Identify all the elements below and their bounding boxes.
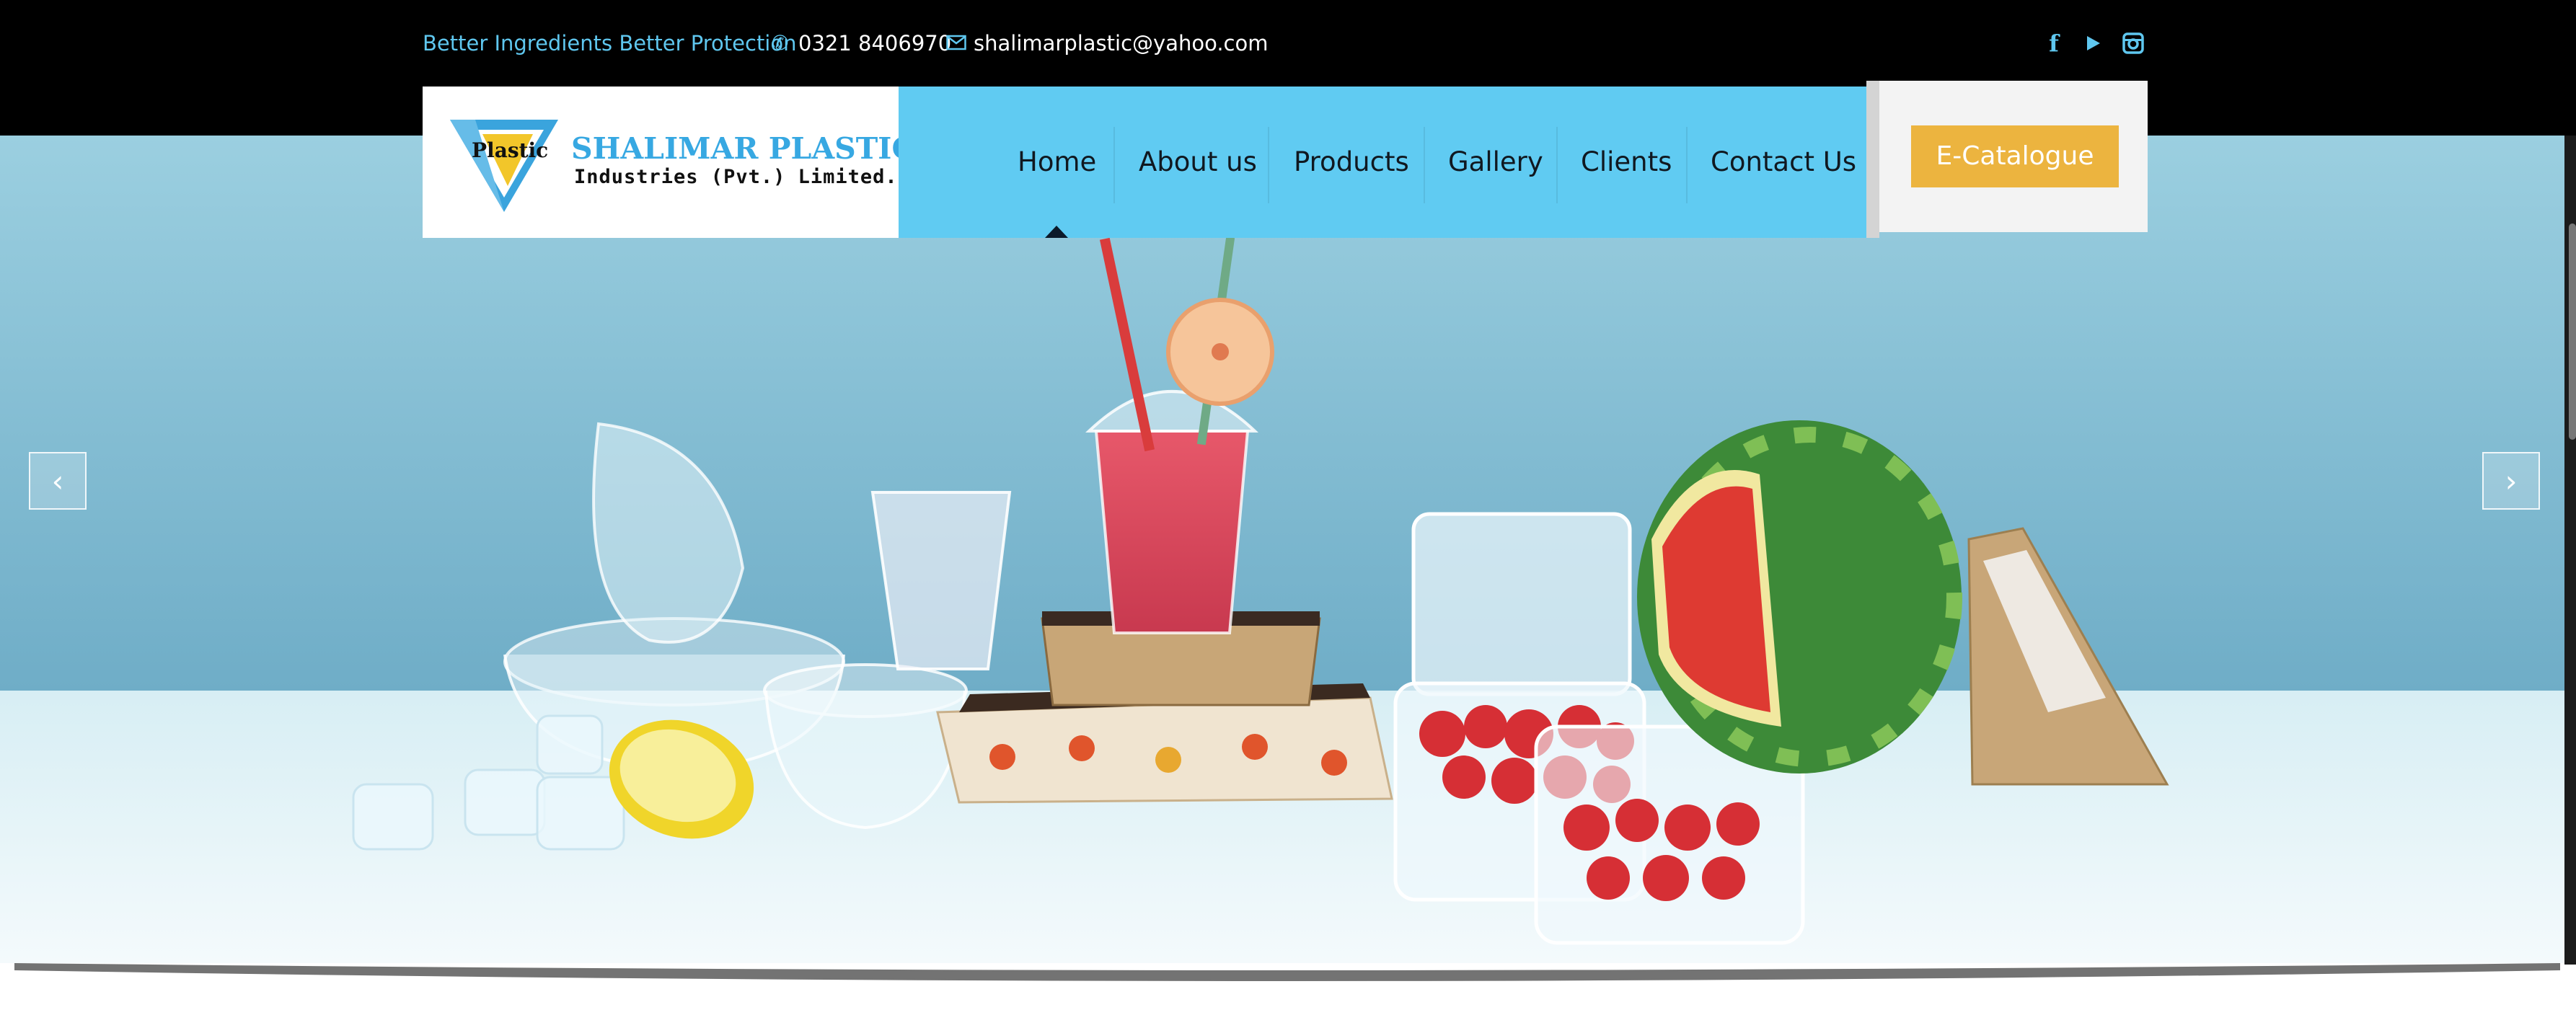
slider-next-button[interactable]: › — [2482, 452, 2540, 510]
logo-diamond-icon: Plastic — [450, 120, 558, 212]
nav-divider — [1113, 127, 1115, 203]
e-catalogue-button[interactable]: E-Catalogue — [1911, 125, 2119, 187]
phone-icon: ✆ — [772, 31, 789, 55]
hero-slider — [0, 136, 2576, 963]
hero-image — [0, 136, 2576, 963]
logo-title: SHALIMAR PLASTIC — [571, 131, 916, 166]
nav-divider — [1556, 127, 1558, 203]
logo-subtitle: Industries (Pvt.) Limited. — [574, 166, 898, 188]
nav-divider — [1424, 127, 1425, 203]
catalogue-panel-shade — [1866, 81, 1879, 238]
nav-divider — [1268, 127, 1269, 203]
facebook-icon[interactable]: f — [2041, 27, 2067, 59]
nav-clients[interactable]: Clients — [1581, 87, 1672, 238]
site-logo[interactable]: Plastic SHALIMAR PLASTIC Industries (Pvt… — [423, 87, 915, 238]
nav-divider — [1686, 127, 1688, 203]
slider-prev-button[interactable]: ‹ — [29, 452, 87, 510]
youtube-icon[interactable] — [2081, 27, 2107, 59]
nav-home[interactable]: Home — [1018, 87, 1096, 238]
nav-gallery[interactable]: Gallery — [1448, 87, 1543, 238]
phone-number[interactable]: 0321 8406970 — [798, 29, 951, 58]
active-nav-indicator — [1045, 226, 1068, 238]
hero-shadow — [14, 963, 2560, 981]
instagram-icon[interactable] — [2120, 27, 2146, 59]
nav-about-us[interactable]: About us — [1139, 87, 1257, 238]
mail-icon — [946, 29, 966, 58]
email-link[interactable]: shalimarplastic@yahoo.com — [974, 29, 1268, 58]
scrollbar-thumb[interactable] — [2569, 223, 2576, 440]
nav-products[interactable]: Products — [1294, 87, 1409, 238]
main-nav: Home About us Products Gallery Clients C… — [899, 87, 1866, 238]
logo-badge-text: Plastic — [472, 138, 548, 162]
tagline: Better Ingredients Better Protection — [423, 31, 797, 56]
nav-contact-us[interactable]: Contact Us — [1711, 87, 1856, 238]
